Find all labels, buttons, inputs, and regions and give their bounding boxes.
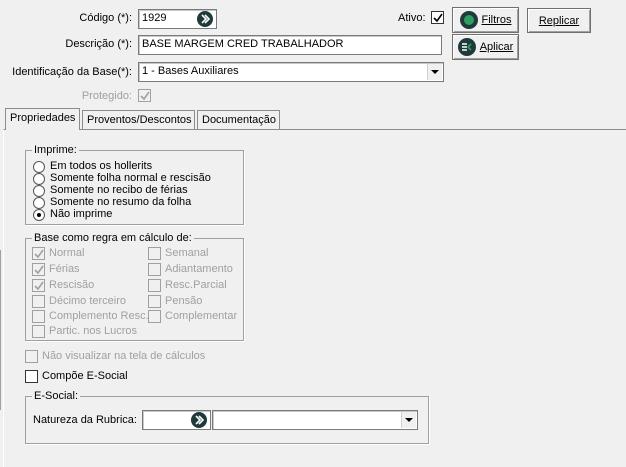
natureza-combo[interactable] — [212, 410, 418, 430]
base-complemento-resc-checkbox — [32, 310, 45, 323]
imprime-option-1: Somente folha normal e rescisão — [50, 172, 211, 184]
imprime-radio-3[interactable] — [33, 197, 45, 209]
lookup-arrow-icon[interactable] — [197, 11, 213, 27]
imprime-option-4: Não imprime — [50, 208, 113, 220]
ativo-checkbox[interactable] — [431, 11, 444, 24]
base-partic-lucros-checkbox — [32, 325, 45, 338]
imprime-radio-0[interactable] — [33, 161, 45, 173]
base-complemento-resc-label: Complemento Resc. — [49, 310, 149, 322]
chevron-down-icon[interactable] — [427, 64, 442, 80]
base-pensao-label: Pensão — [165, 295, 203, 307]
base-resc-parcial-label: Resc.Parcial — [165, 279, 227, 291]
codigo-value: 1929 — [142, 12, 167, 24]
identificacao-value: 1 - Bases Auxiliares — [142, 65, 239, 77]
natureza-label: Natureza da Rubrica: — [33, 414, 137, 426]
descricao-label: Descrição (*): — [65, 38, 132, 50]
descricao-value: BASE MARGEM CRED TRABALHADOR — [142, 38, 344, 50]
nao-visualizar-label: Não visualizar na tela de cálculos — [42, 350, 206, 362]
ativo-label: Ativo: — [398, 12, 426, 24]
aplicar-button[interactable]: Aplicar — [452, 34, 519, 60]
base-semanal-label: Semanal — [165, 247, 209, 259]
imprime-option-3: Somente no resumo da folha — [50, 196, 192, 208]
nao-visualizar-checkbox — [25, 350, 38, 363]
base-partic-lucros-label: Partic. nos Lucros — [49, 325, 138, 337]
protegido-checkbox — [138, 89, 151, 102]
imprime-radio-1[interactable] — [33, 173, 45, 185]
base-complementar-checkbox — [148, 310, 161, 323]
natureza-lookup-icon[interactable] — [191, 412, 207, 428]
tab-documentacao[interactable]: Documentação — [197, 110, 280, 129]
codigo-label: Código (*): — [79, 12, 132, 24]
filtros-label: Filtros — [481, 14, 512, 26]
tab-proventos-descontos[interactable]: Proventos/Descontos — [82, 110, 195, 129]
imprime-option-0: Em todos os hollerits — [50, 160, 153, 172]
descricao-input[interactable]: BASE MARGEM CRED TRABALHADOR — [138, 35, 442, 55]
protegido-label: Protegido: — [81, 90, 132, 102]
identificacao-combo[interactable]: 1 - Bases Auxiliares — [138, 62, 444, 82]
base-rescisao-checkbox — [32, 279, 45, 292]
compoe-esocial-checkbox[interactable] — [25, 370, 38, 383]
filter-icon — [459, 11, 478, 29]
tab-propriedades[interactable]: Propriedades — [5, 108, 80, 130]
identificacao-label: Identificação da Base(*): — [12, 66, 132, 78]
chevron-down-icon[interactable] — [401, 412, 416, 428]
compoe-esocial-label: Compõe E-Social — [42, 370, 128, 382]
base-decimo-label: Décimo terceiro — [49, 295, 127, 307]
imprime-radio-2[interactable] — [33, 185, 45, 197]
replicar-label: Replicar — [538, 14, 580, 27]
base-complementar-label: Complementar — [165, 310, 238, 322]
base-adiantamento-checkbox — [148, 263, 161, 276]
imprime-radio-4[interactable] — [33, 209, 45, 221]
base-normal-checkbox — [32, 247, 45, 260]
panel-left-edge — [0, 250, 2, 410]
base-ferias-label: Férias — [49, 263, 80, 275]
aplicar-label: Aplicar — [479, 41, 514, 53]
base-rescisao-label: Rescisão — [49, 279, 95, 291]
filtros-button[interactable]: Filtros — [452, 7, 519, 33]
apply-icon — [457, 38, 476, 56]
imprime-title: Imprime: — [32, 144, 79, 156]
base-ferias-checkbox — [32, 263, 45, 276]
base-normal-label: Normal — [49, 247, 85, 259]
replicar-button[interactable]: Replicar — [527, 8, 591, 33]
esocial-title: E-Social: — [32, 390, 81, 402]
imprime-option-2: Somente no recibo de férias — [50, 184, 188, 196]
base-adiantamento-label: Adiantamento — [165, 263, 233, 275]
base-pensao-checkbox — [148, 295, 161, 308]
base-regra-title: Base como regra em cálculo de: — [32, 232, 194, 244]
base-decimo-checkbox — [32, 295, 45, 308]
base-semanal-checkbox — [148, 247, 161, 260]
base-resc-parcial-checkbox — [148, 279, 161, 292]
